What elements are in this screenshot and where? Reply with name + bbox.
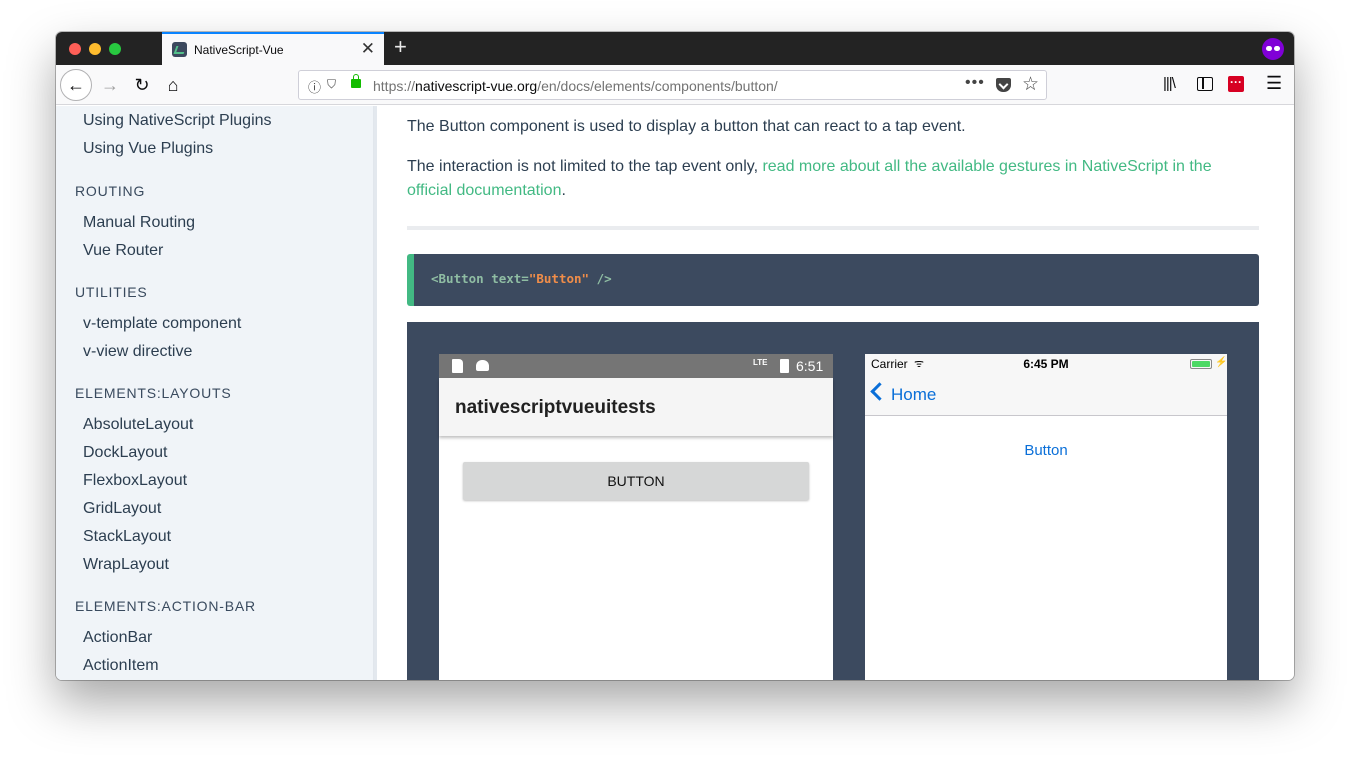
hamburger-menu-icon[interactable]: ☰ bbox=[1266, 73, 1282, 94]
sidebar-item-vue-router[interactable]: Vue Router bbox=[83, 242, 163, 260]
platform-demo-panel: LTE 6:51 nativescriptvueuitests BUTTON C… bbox=[407, 322, 1259, 680]
url-prefix: https:// bbox=[373, 78, 416, 94]
sidebar-item-actionitem[interactable]: ActionItem bbox=[83, 657, 159, 675]
browser-window: NativeScript-Vue ✕ + ← → ↻ ⌂ ⓘ ⛉ https:/… bbox=[56, 32, 1294, 680]
ios-back-label: Home bbox=[891, 385, 937, 404]
charging-bolt-icon: ⚡ bbox=[1215, 357, 1228, 368]
sidebar-item-actionbar[interactable]: ActionBar bbox=[83, 629, 152, 647]
sidebar-item-docklayout[interactable]: DockLayout bbox=[83, 444, 168, 462]
tab-nativescript-vue[interactable]: NativeScript-Vue ✕ bbox=[162, 32, 384, 65]
sidebar-item-manual-routing[interactable]: Manual Routing bbox=[83, 214, 195, 232]
tab-bar: NativeScript-Vue ✕ + bbox=[56, 32, 1294, 65]
pocket-icon[interactable] bbox=[996, 78, 1011, 92]
docs-sidebar: Using NativeScript Plugins Using Vue Plu… bbox=[56, 106, 374, 680]
forward-button[interactable]: → bbox=[94, 69, 126, 101]
interaction-suffix: . bbox=[561, 182, 566, 199]
android-app-title: nativescriptvueuitests bbox=[455, 397, 656, 418]
url-path: /en/docs/elements/components/button/ bbox=[537, 78, 778, 94]
sidebar-item-absolutelayout[interactable]: AbsoluteLayout bbox=[83, 416, 193, 434]
chevron-left-icon bbox=[870, 382, 889, 401]
android-screenshot: LTE 6:51 nativescriptvueuitests BUTTON bbox=[439, 354, 833, 680]
library-icon[interactable]: |||\ bbox=[1163, 75, 1176, 92]
divider bbox=[407, 226, 1259, 230]
ios-navigation-bar: Home bbox=[865, 374, 1227, 416]
tab-close-icon[interactable]: ✕ bbox=[361, 39, 375, 59]
sidebar-scrollbar[interactable] bbox=[374, 106, 377, 680]
sidebar-toggle-icon[interactable] bbox=[1197, 77, 1213, 91]
zoom-window-button[interactable] bbox=[109, 43, 121, 55]
interaction-paragraph: The interaction is not limited to the ta… bbox=[407, 155, 1247, 203]
sidebar-item-v-view-directive[interactable]: v-view directive bbox=[83, 343, 192, 361]
close-window-button[interactable] bbox=[69, 43, 81, 55]
tab-title: NativeScript-Vue bbox=[194, 43, 284, 57]
android-status-bar: LTE 6:51 bbox=[439, 354, 833, 378]
sidebar-heading-routing: ROUTING bbox=[75, 183, 146, 199]
back-button[interactable]: ← bbox=[60, 69, 92, 101]
home-button[interactable]: ⌂ bbox=[157, 69, 189, 101]
code-attr-value: "Button" bbox=[528, 271, 590, 286]
android-action-bar: nativescriptvueuitests bbox=[439, 378, 833, 436]
sidebar-heading-utilities: UTILITIES bbox=[75, 284, 148, 300]
code-block: <Button text="Button" /> bbox=[407, 254, 1259, 306]
battery-icon bbox=[780, 359, 789, 373]
sidebar-item-using-nativescript-plugins[interactable]: Using NativeScript Plugins bbox=[83, 112, 272, 130]
android-robot-icon bbox=[476, 360, 489, 371]
url-bar[interactable]: ⓘ ⛉ https://nativescript-vue.org/en/docs… bbox=[298, 70, 1047, 100]
navigation-toolbar: ← → ↻ ⌂ ⓘ ⛉ https://nativescript-vue.org… bbox=[56, 65, 1294, 105]
sidebar-item-wraplayout[interactable]: WrapLayout bbox=[83, 556, 169, 574]
sd-card-icon bbox=[452, 359, 463, 373]
sidebar-heading-elements-layouts: ELEMENTS:LAYOUTS bbox=[75, 385, 232, 401]
sidebar-item-v-template-component[interactable]: v-template component bbox=[83, 315, 241, 333]
intro-paragraph: The Button component is used to display … bbox=[407, 118, 966, 135]
sidebar-item-gridlayout[interactable]: GridLayout bbox=[83, 500, 161, 518]
page-viewport: Using NativeScript Plugins Using Vue Plu… bbox=[56, 106, 1294, 680]
page-info-icon[interactable]: ⓘ bbox=[308, 77, 321, 96]
ios-status-bar: Carrier ᯤ 6:45 PM ⚡ bbox=[865, 354, 1227, 374]
tracking-shield-icon[interactable]: ⛉ bbox=[327, 77, 336, 92]
lte-signal-icon: LTE bbox=[753, 358, 768, 367]
url-text[interactable]: https://nativescript-vue.org/en/docs/ele… bbox=[373, 78, 778, 94]
code-snippet: <Button text="Button" /> bbox=[431, 271, 612, 286]
reload-button[interactable]: ↻ bbox=[126, 69, 158, 101]
android-demo-button: BUTTON bbox=[463, 462, 809, 500]
extension-icon[interactable] bbox=[1228, 75, 1244, 92]
interaction-prefix: The interaction is not limited to the ta… bbox=[407, 158, 763, 175]
url-host: nativescript-vue.org bbox=[415, 78, 538, 94]
private-browsing-mask-icon bbox=[1262, 38, 1284, 60]
code-tag-close: /> bbox=[589, 271, 612, 286]
nativescript-vue-favicon-icon bbox=[172, 42, 187, 57]
ios-status-time: 6:45 PM bbox=[1023, 357, 1069, 371]
minimize-window-button[interactable] bbox=[89, 43, 101, 55]
new-tab-button[interactable]: + bbox=[394, 35, 407, 59]
android-status-time: 6:51 bbox=[796, 358, 824, 374]
code-tag-open: <Button text= bbox=[431, 271, 529, 286]
sidebar-item-flexboxlayout[interactable]: FlexboxLayout bbox=[83, 472, 187, 490]
secure-lock-icon[interactable] bbox=[351, 74, 361, 88]
main-content: The Button component is used to display … bbox=[407, 106, 1259, 680]
sidebar-item-using-vue-plugins[interactable]: Using Vue Plugins bbox=[83, 140, 213, 158]
ios-screenshot: Carrier ᯤ 6:45 PM ⚡ Home Button bbox=[865, 354, 1227, 680]
sidebar-heading-elements-action-bar: ELEMENTS:ACTION-BAR bbox=[75, 598, 256, 614]
ios-battery-icon bbox=[1190, 359, 1212, 369]
sidebar-item-stacklayout[interactable]: StackLayout bbox=[83, 528, 171, 546]
page-actions-more-icon[interactable]: ••• bbox=[965, 74, 985, 92]
ios-demo-button: Button bbox=[1024, 442, 1068, 459]
bookmark-star-icon[interactable]: ☆ bbox=[1022, 73, 1039, 96]
